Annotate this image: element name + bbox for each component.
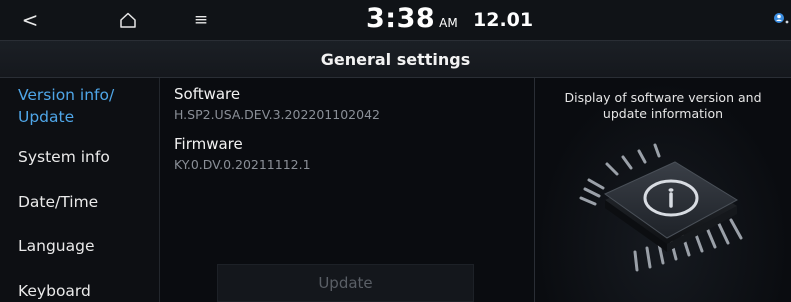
version-info-content: Software H.SP2.USA.DEV.3.202201102042 Fi… — [160, 78, 534, 302]
software-label: Software — [174, 85, 241, 103]
sidebar-item-label: System info — [18, 148, 110, 166]
settings-sidebar: Version info/ Update System info Date/Ti… — [0, 78, 160, 302]
menu-button[interactable]: ≡ — [185, 0, 217, 40]
back-button[interactable]: < — [8, 0, 52, 40]
date-display: 12.01 — [473, 9, 534, 31]
home-icon — [120, 12, 136, 28]
page-title: General settings — [320, 50, 471, 69]
sidebar-item-language[interactable]: Language — [18, 235, 158, 257]
voice-assistant-icon — [774, 13, 789, 24]
sidebar-item-label: Keyboard — [18, 282, 91, 300]
clock-ampm: AM — [439, 16, 458, 30]
title-bar: General settings — [0, 40, 791, 78]
sidebar-item-date-time[interactable]: Date/Time — [18, 191, 158, 213]
firmware-label: Firmware — [174, 135, 243, 153]
sidebar-item-system-info[interactable]: System info — [18, 146, 158, 168]
clock-time: 3:38 — [366, 3, 436, 34]
chip-info-icon — [579, 143, 743, 272]
update-button[interactable]: Update — [217, 264, 474, 302]
help-description: Display of software version and update i… — [564, 90, 762, 121]
sidebar-item-label: Date/Time — [18, 193, 99, 211]
home-button[interactable] — [106, 0, 150, 40]
sidebar-item-label: Language — [18, 237, 95, 255]
chevron-left-icon: < — [21, 8, 39, 32]
software-version: H.SP2.USA.DEV.3.202201102042 — [174, 107, 380, 122]
top-status-bar: < ≡ 3:38 AM 12.01 — [0, 0, 791, 40]
sidebar-item-keyboard[interactable]: Keyboard — [18, 280, 158, 302]
clock: 3:38 AM — [366, 3, 458, 39]
help-panel: Display of software version and update i… — [534, 78, 791, 302]
firmware-version: KY.0.DV.0.20211112.1 — [174, 157, 311, 172]
menu-icon: ≡ — [193, 10, 209, 30]
sidebar-item-label: Version info/ Update — [18, 86, 115, 126]
sidebar-item-version-info[interactable]: Version info/ Update — [18, 84, 158, 128]
